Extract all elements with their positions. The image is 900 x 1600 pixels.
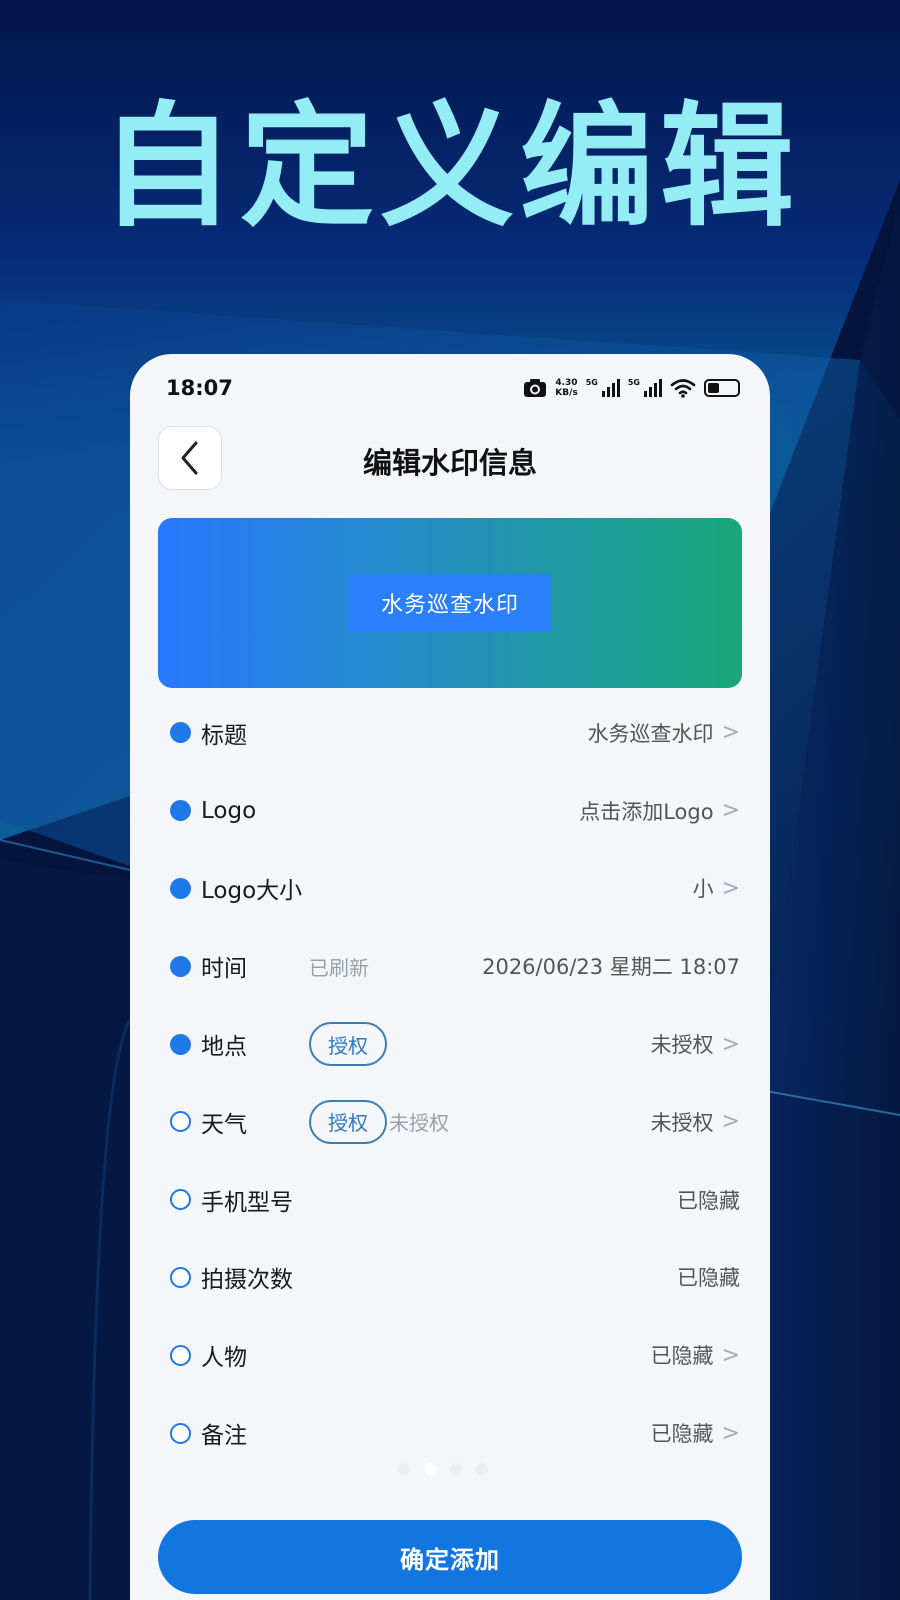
network-speed-value: 4.30 (555, 378, 578, 388)
row-time[interactable]: 时间 已刷新 2026/06/23 星期二 18:07 (130, 927, 770, 1005)
toggle-dot[interactable] (170, 1111, 191, 1133)
row-label: 标题 (201, 722, 247, 749)
chevron-right-icon: > (721, 720, 740, 746)
hero-title: 自定义编辑 (99, 89, 800, 245)
toggle-dot[interactable] (170, 955, 191, 977)
page-dot-active[interactable] (424, 1463, 436, 1475)
row-label: 人物 (201, 1345, 247, 1372)
row-value: 小 > (692, 875, 740, 902)
network-speed-unit: KB/s (555, 388, 578, 398)
row-label: 地点 (201, 1034, 247, 1061)
battery-icon (704, 379, 740, 397)
row-value: 已隐藏 > (650, 1342, 740, 1369)
page-dot[interactable] (476, 1463, 488, 1475)
page-title: 编辑水印信息 (362, 446, 537, 480)
row-label: Logo大小 (201, 878, 303, 905)
signal-icon (601, 379, 620, 397)
signal-icon-2 (644, 379, 662, 397)
page-dot[interactable] (398, 1463, 410, 1475)
wifi-icon (670, 379, 696, 398)
chevron-right-icon: > (721, 1109, 740, 1135)
toggle-dot[interactable] (170, 722, 191, 744)
confirm-add-button[interactable]: 确定添加 (158, 1520, 742, 1594)
row-label: 拍摄次数 (201, 1267, 293, 1294)
row-location[interactable]: 地点 授权 未授权 > (130, 1005, 770, 1083)
toggle-dot[interactable] (170, 1422, 191, 1444)
toggle-dot[interactable] (170, 1033, 191, 1055)
chevron-right-icon: > (721, 1420, 740, 1446)
row-weather[interactable]: 天气 授权 未授权 未授权 > (130, 1083, 770, 1161)
row-logo-size[interactable]: Logo大小 小 > (130, 850, 770, 928)
watermark-label: 水务巡查水印 (348, 574, 552, 632)
page-indicator (398, 1463, 488, 1475)
row-label: Logo (201, 797, 257, 824)
chevron-right-icon: > (721, 1031, 740, 1057)
row-value: 已隐藏 (677, 1188, 740, 1213)
row-title[interactable]: 标题 水务巡查水印 > (130, 694, 770, 772)
authorize-button[interactable]: 授权 (309, 1022, 387, 1067)
toggle-dot[interactable] (170, 1266, 191, 1288)
row-label: 天气 (201, 1111, 247, 1138)
authorize-button[interactable]: 授权 (309, 1099, 387, 1144)
toggle-dot[interactable] (170, 877, 191, 899)
network-type-2: 5G (627, 378, 640, 387)
row-logo[interactable]: Logo 点击添加Logo > (130, 772, 770, 850)
auth-status: 未授权 (389, 1111, 449, 1136)
network-type-1: 5G (585, 378, 598, 387)
row-value: 已隐藏 (677, 1266, 740, 1291)
page-dot[interactable] (450, 1463, 462, 1475)
row-phone-model[interactable]: 手机型号 已隐藏 (130, 1161, 770, 1239)
row-shot-count[interactable]: 拍摄次数 已隐藏 (130, 1239, 770, 1317)
camera-icon (524, 379, 547, 397)
network-speed: 4.30 KB/s (555, 378, 577, 398)
phone-screen: 18:07 4.30 KB/s 5G 5G 编辑水印信息 水务巡查水印 标题 水… (130, 354, 770, 1600)
row-value: 已隐藏 > (650, 1420, 740, 1447)
chevron-right-icon: > (721, 798, 740, 824)
row-value: 水务巡查水印 > (587, 720, 740, 746)
row-person[interactable]: 人物 已隐藏 > (130, 1316, 770, 1394)
toggle-dot[interactable] (170, 1344, 191, 1366)
settings-list: 标题 水务巡查水印 > Logo 点击添加Logo > Logo大小 小 > 时间 已… (130, 694, 770, 1472)
chevron-right-icon: > (721, 1342, 740, 1368)
refresh-status: 已刷新 (309, 955, 369, 980)
status-icons: 4.30 KB/s 5G 5G (523, 378, 740, 398)
row-value: 2026/06/23 星期二 18:07 (482, 955, 740, 980)
toggle-dot[interactable] (170, 800, 191, 822)
row-value: 未授权 > (650, 1031, 740, 1058)
row-note[interactable]: 备注 已隐藏 > (130, 1394, 770, 1472)
row-value: 点击添加Logo > (579, 798, 740, 824)
row-label: 手机型号 (201, 1189, 293, 1216)
chevron-right-icon: > (721, 875, 740, 901)
row-value: 未授权 > (650, 1109, 740, 1135)
watermark-preview: 水务巡查水印 (158, 518, 742, 688)
toggle-dot[interactable] (170, 1189, 191, 1211)
status-time: 18:07 (166, 376, 233, 400)
row-label: 备注 (201, 1423, 247, 1450)
row-label: 时间 (201, 956, 247, 983)
